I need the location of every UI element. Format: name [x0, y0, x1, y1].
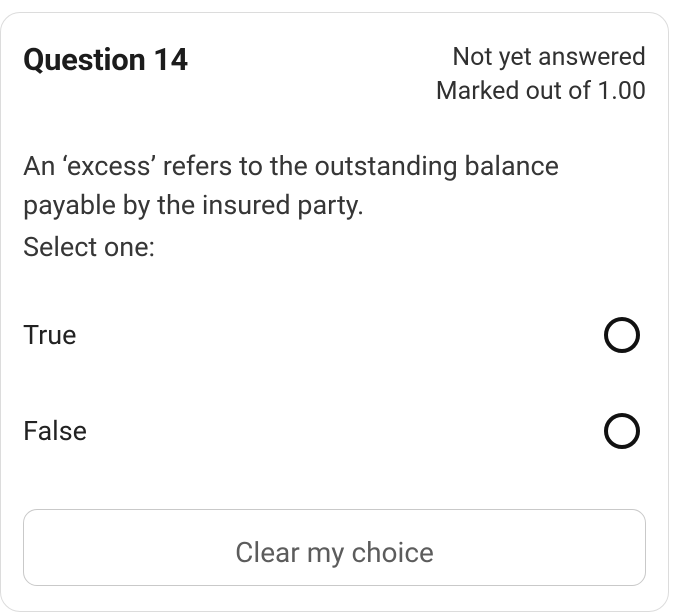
question-header: Question 14 Not yet answered Marked out … — [23, 41, 646, 109]
question-card: Question 14 Not yet answered Marked out … — [0, 12, 669, 612]
option-false[interactable]: False — [23, 413, 646, 449]
question-status: Not yet answered Marked out of 1.00 — [436, 41, 646, 109]
option-label: False — [23, 415, 87, 447]
option-label: True — [23, 319, 76, 351]
option-true[interactable]: True — [23, 317, 646, 353]
status-answered: Not yet answered — [436, 41, 646, 75]
question-number: Question 14 — [23, 41, 188, 78]
question-stem: An ‘excess’ refers to the outstanding ba… — [23, 147, 646, 225]
clear-choice-button[interactable]: Clear my choice — [23, 509, 646, 586]
status-marks: Marked out of 1.00 — [436, 75, 646, 109]
radio-unchecked-icon[interactable] — [604, 413, 640, 449]
select-one-prompt: Select one: — [23, 231, 646, 263]
radio-unchecked-icon[interactable] — [604, 317, 640, 353]
